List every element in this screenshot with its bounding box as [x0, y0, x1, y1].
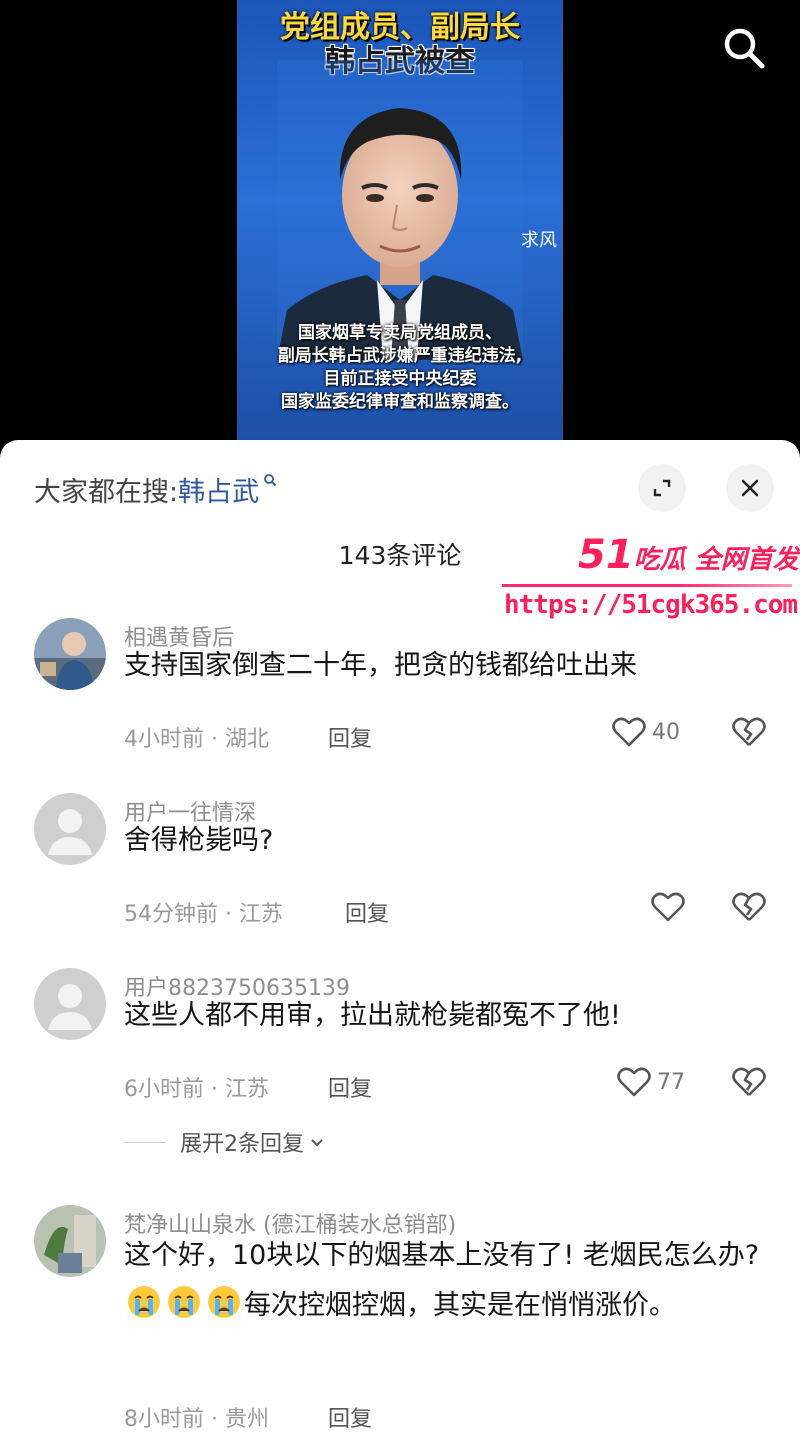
- expand-icon: [653, 479, 671, 497]
- comment-meta: 54分钟前 · 江苏: [124, 902, 283, 927]
- heart-icon: [612, 717, 646, 747]
- video-player[interactable]: 党组成员、副局长 韩占武被查 求风 国家烟草专卖局党组成员、 副局长韩占武涉嫌严…: [0, 0, 800, 445]
- like-button[interactable]: 77: [617, 1066, 685, 1098]
- portrait-image: [277, 60, 523, 360]
- comment-sheet: 大家都在搜:韩占武 143条评论 51吃瓜 全网首发 https://51cgk…: [0, 440, 800, 1438]
- dislike-button[interactable]: [732, 1066, 766, 1102]
- broken-heart-icon: [732, 1067, 766, 1096]
- reply-button[interactable]: 回复: [345, 896, 389, 928]
- avatar[interactable]: [34, 618, 106, 690]
- heart-icon: [651, 892, 685, 922]
- dislike-button[interactable]: [732, 891, 766, 927]
- like-button[interactable]: [651, 891, 685, 923]
- divider-line: [124, 1141, 166, 1143]
- hot-search-term-text: 韩占武: [178, 477, 260, 508]
- watermark-brand: 51吃瓜 全网首发: [578, 532, 799, 578]
- comment-meta: 8小时前 · 贵州: [124, 1407, 269, 1432]
- caption-line: 国家烟草专卖局党组成员、: [298, 323, 502, 343]
- hot-search-bar[interactable]: 大家都在搜:韩占武: [34, 470, 277, 509]
- caption-line: 目前正接受中央纪委: [323, 369, 477, 389]
- comment-meta: 6小时前 · 江苏: [124, 1077, 269, 1102]
- expand-replies-label: 展开2条回复: [180, 1132, 304, 1157]
- watermark: 51吃瓜 全网首发 https://51cgk365.com: [498, 532, 799, 632]
- comment-text: 舍得枪毙吗?: [124, 825, 274, 856]
- comment-text: 这些人都不用审，拉出就枪毙都冤不了他!: [124, 1000, 621, 1031]
- video-caption: 国家烟草专卖局党组成员、 副局长韩占武涉嫌严重违纪违法, 目前正接受中央纪委 国…: [237, 322, 563, 414]
- crying-emoji-icon: [128, 1286, 160, 1318]
- watermark-divider: [502, 584, 792, 587]
- close-icon: [741, 479, 759, 497]
- video-frame: 党组成员、副局长 韩占武被查 求风 国家烟草专卖局党组成员、 副局长韩占武涉嫌严…: [237, 0, 563, 445]
- search-icon: [724, 28, 765, 69]
- hot-search-term[interactable]: 韩占武: [178, 474, 277, 508]
- like-count: 77: [657, 1069, 685, 1095]
- close-button[interactable]: [726, 464, 774, 512]
- dislike-button[interactable]: [732, 716, 766, 752]
- like-button[interactable]: 40: [612, 716, 680, 748]
- hot-search-prefix: 大家都在搜:: [34, 477, 179, 508]
- heart-icon: [617, 1067, 651, 1097]
- reply-button[interactable]: 回复: [328, 1401, 372, 1433]
- comment-text: 支持国家倒查二十年，把贪的钱都给吐出来: [124, 650, 637, 681]
- reply-button[interactable]: 回复: [328, 721, 372, 753]
- like-count: 40: [652, 719, 680, 745]
- crying-emoji-icon: [208, 1286, 240, 1318]
- avatar[interactable]: [34, 793, 106, 865]
- crying-emoji-icon: [168, 1286, 200, 1318]
- caption-line: 国家监委纪律审查和监察调查。: [281, 392, 519, 412]
- small-search-icon: [264, 474, 277, 487]
- video-side-text: 求风: [521, 230, 557, 251]
- expand-button[interactable]: [638, 464, 686, 512]
- expand-replies-button[interactable]: 展开2条回复: [124, 1126, 326, 1158]
- watermark-url: https://51cgk365.com: [504, 590, 798, 620]
- caption-line: 副局长韩占武涉嫌严重违纪违法,: [277, 346, 523, 366]
- broken-heart-icon: [732, 892, 766, 921]
- comment-text-part: 每次控烟控烟，其实是在悄悄涨价。: [244, 1290, 676, 1321]
- avatar[interactable]: [34, 968, 106, 1040]
- avatar[interactable]: [34, 1205, 106, 1277]
- comment-text: 这个好，10块以下的烟基本上没有了! 老烟民怎么办? 每次控烟控烟，其实是在悄悄涨…: [124, 1231, 774, 1331]
- broken-heart-icon: [732, 717, 766, 746]
- search-button[interactable]: [722, 26, 766, 70]
- comment-meta: 4小时前 · 湖北: [124, 727, 269, 752]
- chevron-down-icon: [311, 1139, 323, 1147]
- reply-button[interactable]: 回复: [328, 1071, 372, 1103]
- comment-text-part: 这个好，10块以下的烟基本上没有了! 老烟民怎么办?: [124, 1240, 760, 1271]
